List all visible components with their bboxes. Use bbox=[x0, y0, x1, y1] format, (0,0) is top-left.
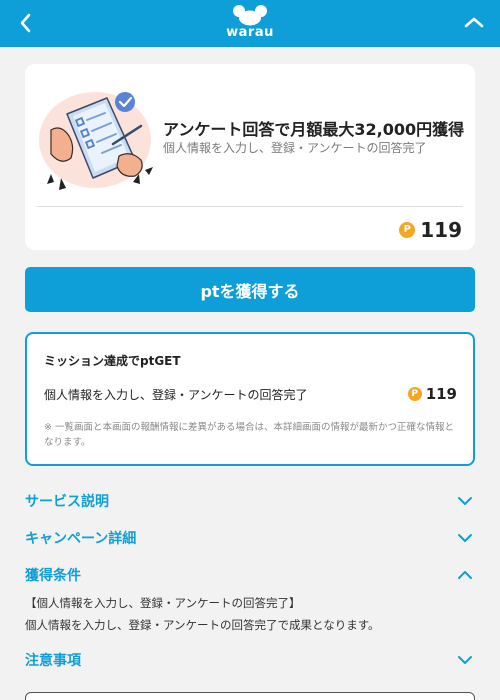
accordion-service[interactable]: サービス説明 bbox=[25, 488, 475, 514]
mission-points: P 119 bbox=[407, 385, 457, 403]
accordion-conditions-label: 獲得条件 bbox=[25, 568, 81, 584]
accordion-conditions[interactable]: 獲得条件 bbox=[25, 562, 475, 588]
chevron-up-icon bbox=[464, 17, 484, 28]
offer-card: アンケート回答で月額最大32,000円獲得 個人情報を入力し、登録・アンケートの… bbox=[25, 64, 475, 250]
get-points-button[interactable]: ptを獲得する bbox=[25, 267, 475, 312]
chevron-down-icon bbox=[455, 491, 475, 511]
mission-heading: ミッション達成でptGET bbox=[44, 354, 181, 368]
offer-subtitle: 個人情報を入力し、登録・アンケートの回答完了 bbox=[163, 141, 427, 155]
accordion-notes-label: 注意事項 bbox=[25, 653, 81, 669]
logo-mark-icon bbox=[233, 5, 267, 26]
chevron-down-icon bbox=[455, 650, 475, 670]
back-button[interactable] bbox=[8, 5, 44, 41]
conditions-body-text: 個人情報を入力し、登録・アンケートの回答完了で成果となります。 bbox=[25, 618, 380, 632]
chevron-left-icon bbox=[20, 13, 31, 33]
mission-box: ミッション達成でptGET 個人情報を入力し、登録・アンケートの回答完了 P 1… bbox=[25, 332, 475, 466]
app-header: warau bbox=[0, 0, 500, 47]
offer-points-value: 119 bbox=[420, 218, 462, 242]
offer-divider bbox=[37, 206, 463, 207]
chevron-down-icon bbox=[455, 528, 475, 548]
survey-form-illustration bbox=[37, 86, 155, 192]
conditions-heading-text: 【個人情報を入力し、登録・アンケートの回答完了】 bbox=[25, 596, 301, 610]
bottom-panel bbox=[25, 692, 475, 700]
chevron-up-icon bbox=[455, 565, 475, 585]
accordion-service-label: サービス説明 bbox=[25, 494, 109, 510]
offer-title: アンケート回答で月額最大32,000円獲得 bbox=[163, 120, 465, 139]
accordion-notes[interactable]: 注意事項 bbox=[25, 647, 475, 673]
collapse-button[interactable] bbox=[456, 5, 492, 41]
accordion-campaign[interactable]: キャンペーン詳細 bbox=[25, 525, 475, 551]
logo-text: warau bbox=[226, 25, 274, 40]
mission-points-value: 119 bbox=[425, 385, 457, 403]
point-coin-icon: P bbox=[407, 387, 422, 401]
mission-note: ※ 一覧画面と本画面の報酬情報に差異がある場合は、本詳細画面の情報が最新かつ正確… bbox=[44, 422, 454, 448]
mission-row-label: 個人情報を入力し、登録・アンケートの回答完了 bbox=[44, 388, 308, 402]
accordion-campaign-label: キャンペーン詳細 bbox=[25, 531, 137, 547]
warau-logo[interactable]: warau bbox=[225, 4, 275, 44]
point-coin-icon: P bbox=[399, 222, 416, 238]
offer-points: P 119 bbox=[399, 216, 462, 244]
